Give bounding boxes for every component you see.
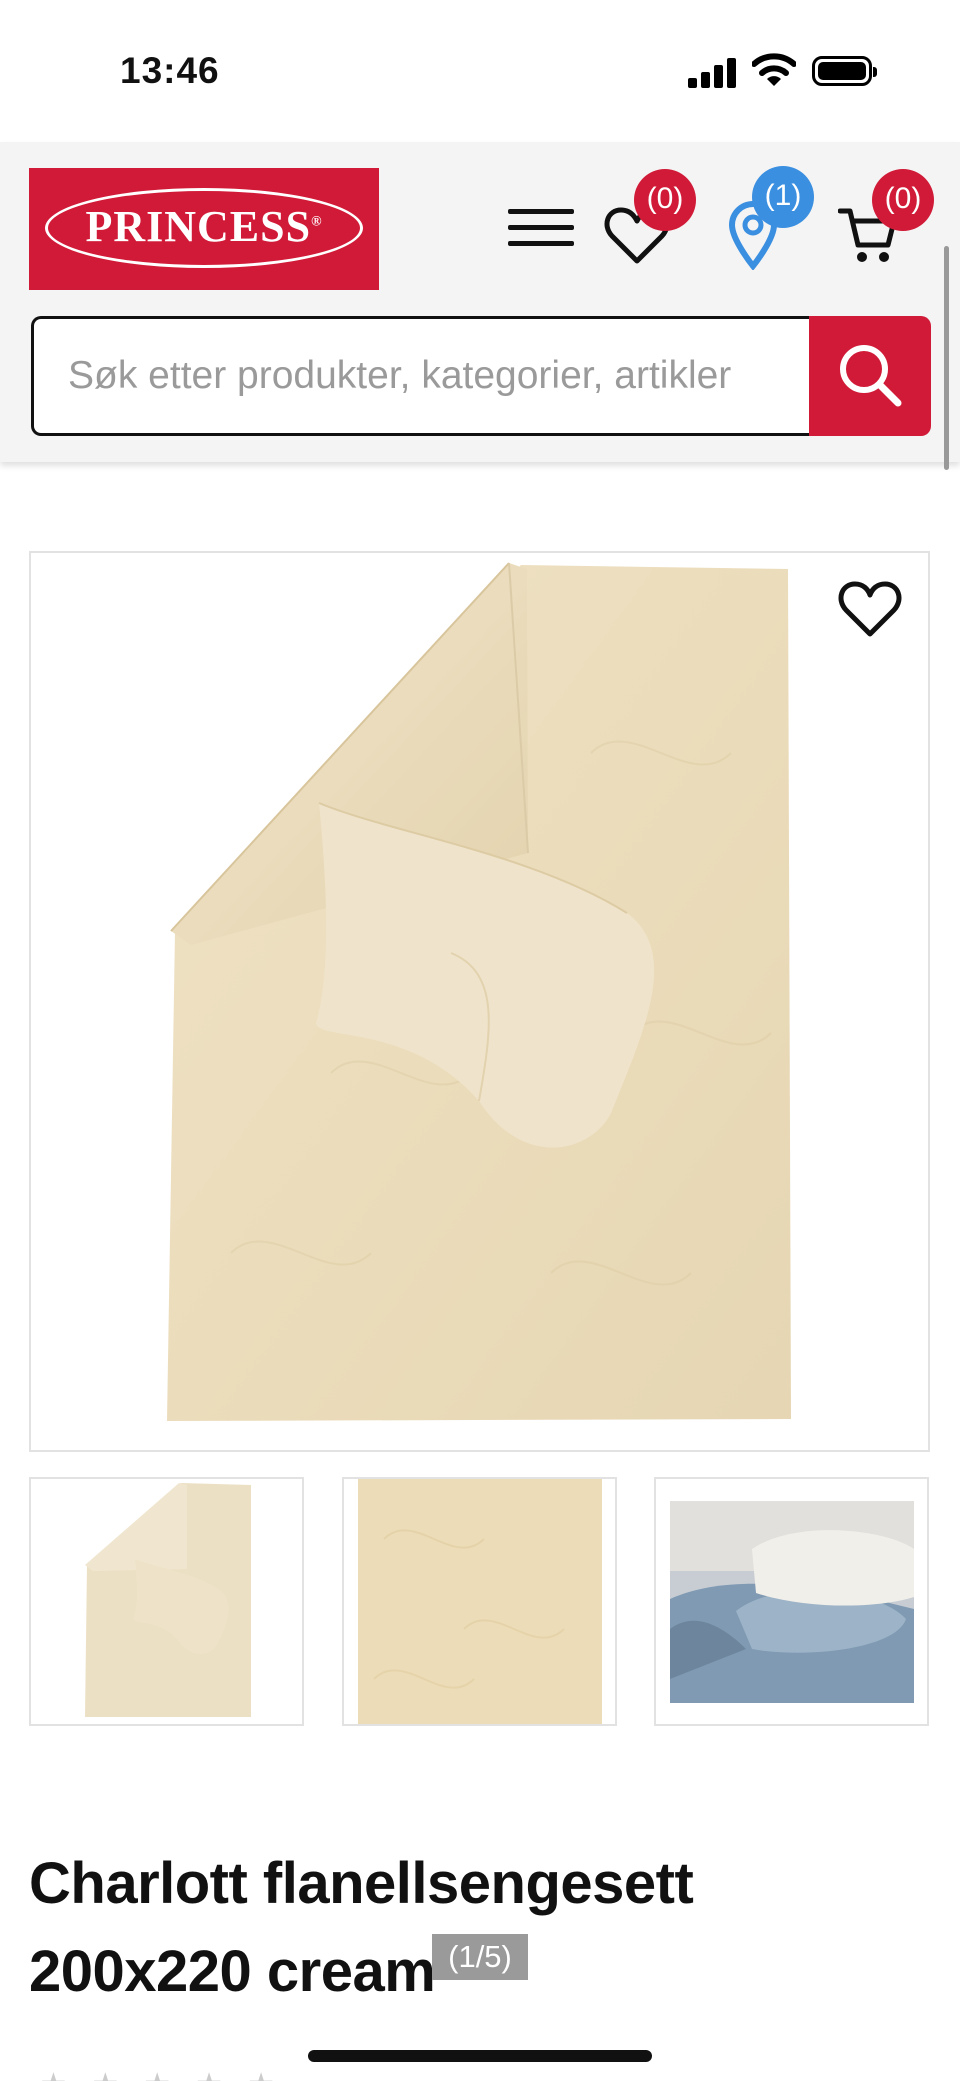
store-locator-button[interactable]: (1) [724,166,814,270]
status-time: 13:46 [120,50,220,91]
cellular-signal-icon [688,58,738,88]
thumbnail-fabric-image [358,1479,602,1724]
home-indicator[interactable] [308,2050,652,2062]
duvet-set-illustration [167,562,791,1421]
battery-icon [812,56,877,86]
thumbnail-bed-scene-image [670,1501,914,1703]
search-icon [840,344,902,406]
cart-count-badge: (0) [872,169,934,231]
search-input[interactable] [31,316,814,436]
image-counter: (1/5) [432,1934,528,1980]
add-to-favorites-icon[interactable] [838,580,902,640]
thumbnail-2[interactable] [342,1477,617,1726]
favorites-button[interactable]: (0) [604,169,696,265]
product-title: Charlott flanellsengesett 200x220 cream [29,1851,694,2004]
location-count-badge: (1) [752,166,814,228]
status-bar: 13:46 [0,0,960,142]
thumbnail-duvet-image [85,1483,251,1717]
product-main-image[interactable] [29,551,930,1452]
thumbnail-1[interactable] [29,1477,304,1726]
rating-stars: ★★★★★ [40,2070,340,2081]
logo-text: PRINCESS® [85,202,323,251]
menu-button[interactable] [508,205,574,249]
scrollbar[interactable] [944,246,949,470]
wifi-icon [752,53,796,86]
princess-logo[interactable]: PRINCESS® [29,168,379,290]
cart-button[interactable]: (0) [838,169,934,265]
search-button[interactable] [809,316,931,436]
thumbnail-3[interactable] [654,1477,929,1726]
search-bar [31,316,931,436]
favorites-count-badge: (0) [634,169,696,231]
